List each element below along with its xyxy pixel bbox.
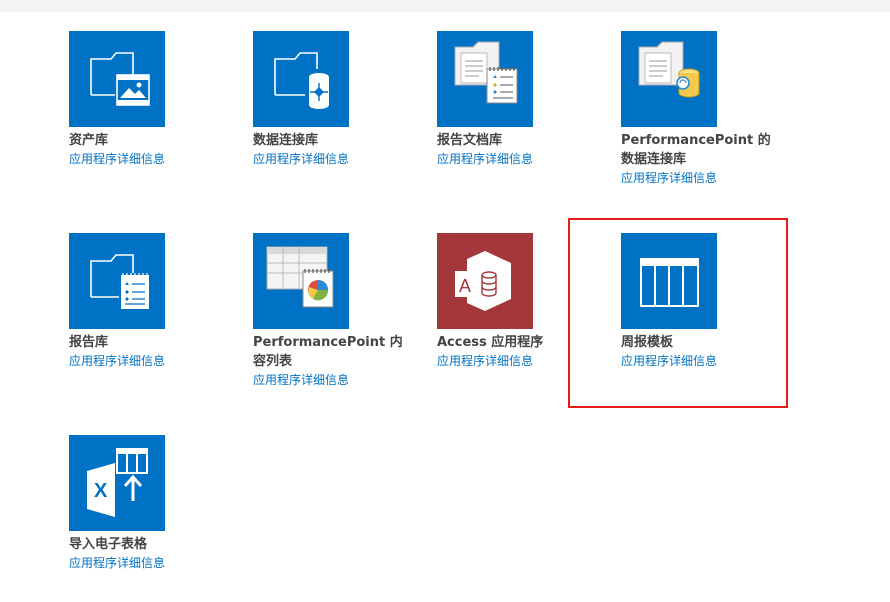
app-tile-performancepoint-content-list[interactable]: PerformancePoint 内容列表 应用程序详细信息	[253, 233, 413, 389]
app-name[interactable]: PerformancePoint 的数据连接库	[621, 131, 781, 169]
app-name[interactable]: 数据连接库	[253, 131, 413, 150]
report-document-library-icon[interactable]	[437, 31, 533, 127]
app-name[interactable]: 导入电子表格	[69, 535, 229, 554]
app-details-link[interactable]: 应用程序详细信息	[621, 169, 781, 187]
app-details-link[interactable]: 应用程序详细信息	[253, 371, 413, 389]
app-tile-import-spreadsheet[interactable]: X 导入电子表格 应用程序详细信息	[69, 435, 229, 572]
app-details-link[interactable]: 应用程序详细信息	[69, 554, 229, 572]
app-name[interactable]: 报告文档库	[437, 131, 597, 150]
asset-library-icon[interactable]	[69, 31, 165, 127]
import-spreadsheet-icon[interactable]: X	[69, 435, 165, 531]
app-name[interactable]: 资产库	[69, 131, 229, 150]
app-tile-data-connection-library[interactable]: 数据连接库 应用程序详细信息	[253, 31, 413, 168]
app-details-link[interactable]: 应用程序详细信息	[253, 150, 413, 168]
app-details-link[interactable]: 应用程序详细信息	[437, 150, 597, 168]
performancepoint-data-connection-icon[interactable]	[621, 31, 717, 127]
app-details-link[interactable]: 应用程序详细信息	[69, 352, 229, 370]
app-name[interactable]: PerformancePoint 内容列表	[253, 333, 413, 371]
app-tile-report-library[interactable]: 报告库 应用程序详细信息	[69, 233, 229, 370]
app-name[interactable]: 报告库	[69, 333, 229, 352]
app-tile-report-document-library[interactable]: 报告文档库 应用程序详细信息	[437, 31, 597, 168]
report-library-icon[interactable]	[69, 233, 165, 329]
data-connection-library-icon[interactable]	[253, 31, 349, 127]
highlight-box	[568, 218, 788, 408]
app-tile-asset-library[interactable]: 资产库 应用程序详细信息	[69, 31, 229, 168]
access-app-icon[interactable]: A	[437, 233, 533, 329]
app-details-link[interactable]: 应用程序详细信息	[69, 150, 229, 168]
top-bar	[0, 0, 890, 12]
svg-text:X: X	[94, 480, 108, 502]
app-tile-performancepoint-data-connection-library[interactable]: PerformancePoint 的数据连接库 应用程序详细信息	[621, 31, 781, 187]
performancepoint-content-list-icon[interactable]	[253, 233, 349, 329]
svg-text:A: A	[459, 276, 471, 296]
